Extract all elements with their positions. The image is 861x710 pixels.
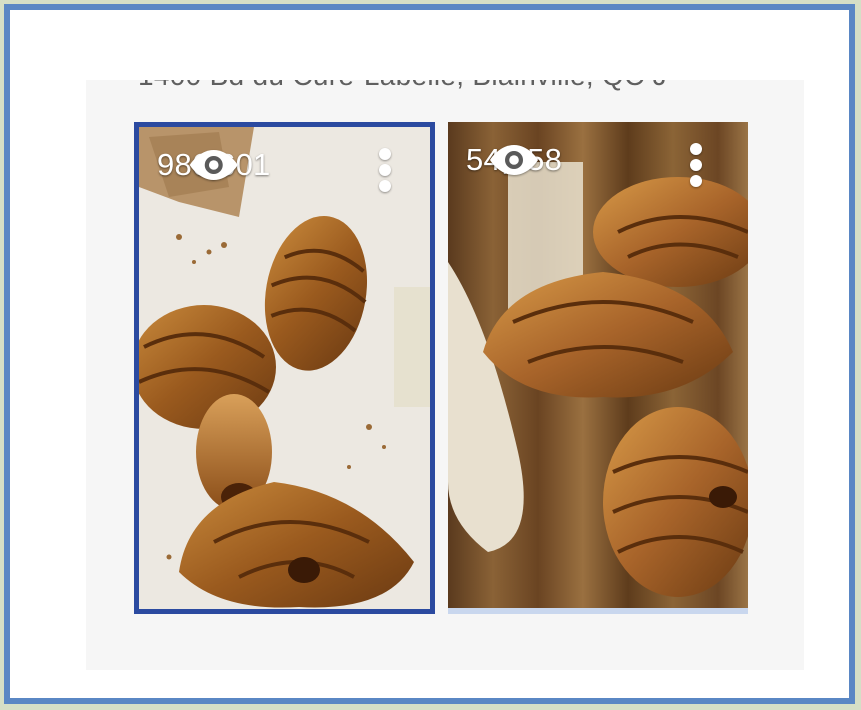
more-vertical-icon[interactable] — [689, 142, 703, 188]
photo-thumbnail-1[interactable]: 986,601 — [134, 122, 435, 614]
view-count-overlay-2: 54,158 — [466, 142, 562, 178]
view-count-overlay-1: 986,601 — [157, 147, 270, 183]
eye-icon — [189, 150, 238, 180]
photo-gallery-card: 1400 Bd du Curé-Labelle, Blainville, QC … — [86, 80, 804, 670]
croissant-photo-1 — [139, 127, 430, 609]
more-vertical-icon[interactable] — [378, 147, 392, 193]
eye-icon — [490, 145, 539, 175]
photo-thumbnail-2[interactable]: 54,158 — [448, 122, 748, 614]
croissant-photo-2 — [448, 122, 748, 608]
window-frame: 1400 Bd du Curé-Labelle, Blainville, QC … — [4, 4, 855, 704]
listing-address: 1400 Bd du Curé-Labelle, Blainville, QC … — [138, 80, 667, 92]
